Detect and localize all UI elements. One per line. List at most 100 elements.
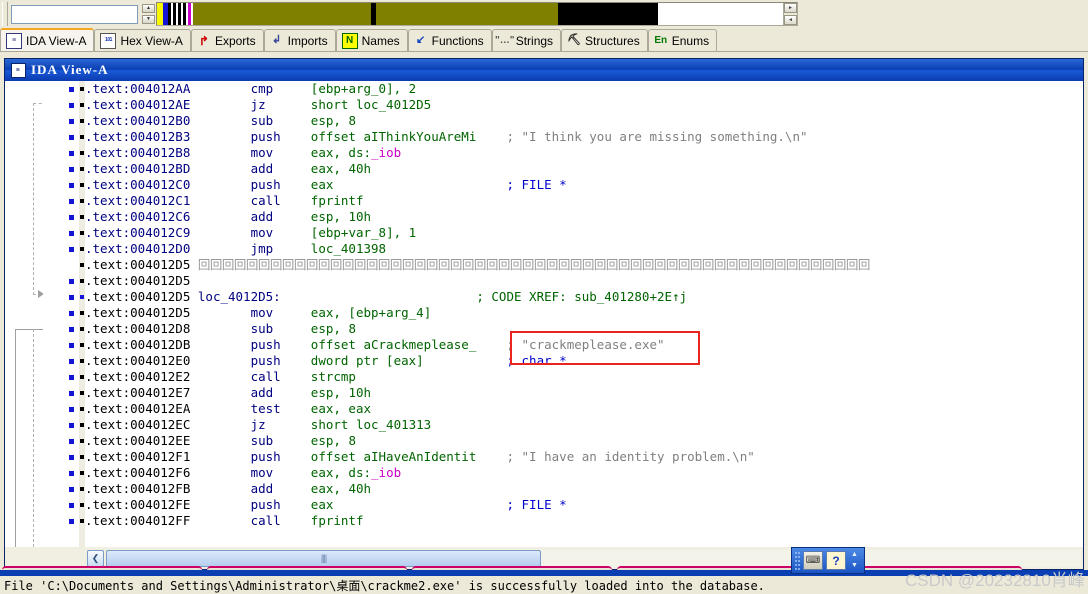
tab-ida-view-a[interactable]: ≡ IDA View-A: [0, 28, 95, 51]
breakpoint-marker[interactable]: [80, 423, 84, 427]
disassembly-line[interactable]: .text:004012AE jz short loc_4012D5: [85, 97, 1083, 113]
disassembly-line[interactable]: .text:004012B3 push offset aIThinkYouAre…: [85, 129, 1083, 145]
breakpoint-marker[interactable]: [80, 343, 84, 347]
navigator-zoom-out-button[interactable]: ◄: [784, 15, 797, 25]
scroll-left-button[interactable]: ❮: [87, 549, 104, 567]
line-marker-dot: [69, 519, 74, 524]
tab-label: Structures: [585, 33, 640, 48]
tab-label: Imports: [287, 33, 328, 48]
functions-icon: ↙: [416, 34, 426, 46]
disassembly-line[interactable]: .text:004012F1 push offset aIHaveAnIdent…: [85, 449, 1083, 465]
disassembly-line[interactable]: .text:004012D5 回回回回回回回回回回回回回回回回回回回回回回回回回…: [85, 257, 1083, 273]
navigator-zoom-in-button[interactable]: ►: [784, 3, 797, 13]
ida-view-titlebar[interactable]: ≡ IDA View-A: [5, 59, 1083, 81]
toolbar-gripper[interactable]: [795, 551, 800, 570]
disassembly-line[interactable]: .text:004012C1 call fprintf: [85, 193, 1083, 209]
tab-names[interactable]: N Names: [335, 29, 408, 51]
flow-line-segment: [33, 103, 34, 295]
breakpoint-marker[interactable]: [80, 295, 84, 299]
breakpoint-marker[interactable]: [80, 199, 84, 203]
breakpoint-marker[interactable]: [80, 503, 84, 507]
tab-hex-view-a[interactable]: 101 Hex View-A: [94, 29, 191, 51]
breakpoint-marker[interactable]: [80, 167, 84, 171]
breakpoint-marker[interactable]: [80, 487, 84, 491]
tab-enums[interactable]: En Enums: [647, 29, 718, 51]
disassembly-line[interactable]: .text:004012D0 jmp loc_401398: [85, 241, 1083, 257]
disassembly-line[interactable]: .text:004012FE push eax ; FILE *: [85, 497, 1083, 513]
scrollbar-thumb[interactable]: ||||: [106, 549, 541, 567]
keyboard-icon[interactable]: ⌨: [803, 551, 823, 570]
disassembly-line[interactable]: .text:004012D5 loc_4012D5: ; CODE XREF: …: [85, 289, 1083, 305]
breakpoint-marker[interactable]: [80, 135, 84, 139]
tab-label: Hex View-A: [120, 33, 183, 48]
disassembly-line[interactable]: .text:004012BD add eax, 40h: [85, 161, 1083, 177]
line-marker-dot: [69, 87, 74, 92]
disassembly-line[interactable]: .text:004012E2 call strcmp: [85, 369, 1083, 385]
breakpoint-marker[interactable]: [80, 247, 84, 251]
breakpoint-marker[interactable]: [80, 151, 84, 155]
flow-line-segment: [15, 329, 43, 330]
disassembly-line[interactable]: .text:004012AA cmp [ebp+arg_0], 2: [85, 81, 1083, 97]
disassembly-area[interactable]: ❮ .text:004012AA cmp [ebp+arg_0], 2.text…: [5, 81, 1083, 569]
breakpoint-marker[interactable]: [80, 439, 84, 443]
disassembly-line[interactable]: .text:004012EC jz short loc_401313: [85, 417, 1083, 433]
disassembly-line[interactable]: .text:004012FB add eax, 40h: [85, 481, 1083, 497]
line-marker-dot: [69, 295, 74, 300]
line-marker-dot: [69, 471, 74, 476]
disassembly-line[interactable]: .text:004012C9 mov [ebp+var_8], 1: [85, 225, 1083, 241]
disassembly-line[interactable]: .text:004012EA test eax, eax: [85, 401, 1083, 417]
disassembly-listing[interactable]: .text:004012AA cmp [ebp+arg_0], 2 .text:0…: [85, 81, 1083, 547]
strings-icon: "…": [494, 34, 515, 46]
breakpoint-marker[interactable]: [80, 103, 84, 107]
navigator-band[interactable]: [157, 3, 783, 25]
breakpoint-marker[interactable]: [80, 391, 84, 395]
tab-label: Strings: [515, 33, 554, 48]
disassembly-line[interactable]: .text:004012E7 add esp, 10h: [85, 385, 1083, 401]
navigator-zoom-buttons[interactable]: ► ◄: [783, 3, 797, 25]
breakpoint-marker[interactable]: [80, 359, 84, 363]
disassembly-line[interactable]: .text:004012D5 mov eax, [ebp+arg_4]: [85, 305, 1083, 321]
breakpoint-marker[interactable]: [80, 311, 84, 315]
floating-toolbar[interactable]: ⌨ ? ▲ ▼: [791, 547, 865, 574]
spinner-down-button[interactable]: ▼: [850, 562, 859, 570]
jump-address-input[interactable]: [12, 5, 160, 23]
breakpoint-marker[interactable]: [80, 87, 84, 91]
breakpoint-marker[interactable]: [80, 327, 84, 331]
breakpoint-marker[interactable]: [80, 119, 84, 123]
spinner-up-button[interactable]: ▲: [850, 551, 859, 559]
status-bar: File 'C:\Documents and Settings\Administ…: [0, 576, 1088, 594]
tab-strings[interactable]: "…" Strings: [491, 29, 562, 51]
jump-address-combo[interactable]: ▼: [11, 4, 169, 24]
disassembly-line[interactable]: .text:004012B8 mov eax, ds:_iob: [85, 145, 1083, 161]
disassembly-line[interactable]: .text:004012EE sub esp, 8: [85, 433, 1083, 449]
disassembly-line[interactable]: .text:004012C6 add esp, 10h: [85, 209, 1083, 225]
scrollbar-track[interactable]: ||||: [106, 549, 1081, 567]
disassembly-line[interactable]: .text:004012F6 mov eax, ds:_iob: [85, 465, 1083, 481]
disassembly-line[interactable]: .text:004012DB push offset aCrackmepleas…: [85, 337, 1083, 353]
line-marker-dot: [69, 487, 74, 492]
tab-functions[interactable]: ↙ Functions: [407, 29, 492, 51]
disassembly-line[interactable]: .text:004012E0 push dword ptr [eax] ; ch…: [85, 353, 1083, 369]
breakpoint-marker[interactable]: [80, 519, 84, 523]
breakpoint-marker[interactable]: [80, 231, 84, 235]
disassembly-line[interactable]: .text:004012B0 sub esp, 8: [85, 113, 1083, 129]
toolbar-spinner[interactable]: ▲ ▼: [850, 551, 859, 570]
disassembly-line[interactable]: .text:004012D8 sub esp, 8: [85, 321, 1083, 337]
breakpoint-marker[interactable]: [80, 375, 84, 379]
help-icon[interactable]: ?: [826, 551, 846, 570]
tab-structures[interactable]: ⛏ Structures: [561, 29, 648, 51]
disassembly-line[interactable]: .text:004012D5: [85, 273, 1083, 289]
breakpoint-marker[interactable]: [80, 471, 84, 475]
disassembly-line[interactable]: .text:004012FF call fprintf: [85, 513, 1083, 529]
breakpoint-marker[interactable]: [80, 263, 84, 267]
breakpoint-marker[interactable]: [80, 407, 84, 411]
breakpoint-marker[interactable]: [80, 215, 84, 219]
disassembly-line[interactable]: .text:004012C0 push eax ; FILE *: [85, 177, 1083, 193]
tab-imports[interactable]: ↲ Imports: [263, 29, 336, 51]
breakpoint-marker[interactable]: [80, 279, 84, 283]
toolbar-gripper[interactable]: [2, 2, 8, 26]
tab-exports[interactable]: ↱ Exports: [190, 29, 264, 51]
breakpoint-marker[interactable]: [80, 455, 84, 459]
breakpoint-marker[interactable]: [80, 183, 84, 187]
navigator-band-container[interactable]: ► ◄: [156, 2, 798, 26]
